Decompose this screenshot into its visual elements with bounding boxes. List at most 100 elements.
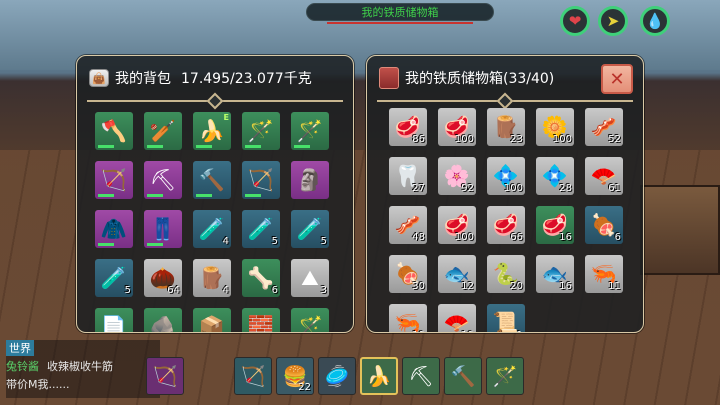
- chest-slot[interactable]: 🥩 66: [487, 206, 525, 244]
- backpack-slot[interactable]: 🧱: [242, 308, 280, 332]
- hotbar-slot[interactable]: 🍔 22: [276, 357, 314, 395]
- hotbar-slot[interactable]: ⛏: [402, 357, 440, 395]
- item-icon: 🪨: [149, 314, 177, 333]
- chest-slot[interactable]: 🦷 27: [389, 157, 427, 195]
- item-count: 10: [412, 330, 425, 332]
- item-count: 64: [167, 285, 180, 296]
- backpack-slot[interactable]: 🪄: [242, 112, 280, 150]
- item-count: 100: [454, 232, 474, 243]
- chat-box[interactable]: 世界 兔铃酱 收辣椒收牛筋 带价M我......: [6, 340, 160, 398]
- item-count: 16: [559, 281, 572, 292]
- chest-slot[interactable]: 🥩 100: [438, 108, 476, 146]
- backpack-slot[interactable]: 🪄: [291, 308, 329, 333]
- container-title-banner: 我的铁质储物箱: [306, 3, 494, 24]
- item-count: 92: [461, 183, 474, 194]
- chest-slot[interactable]: 🪭 61: [585, 157, 623, 195]
- item-icon: 🧥: [100, 216, 128, 241]
- item-count: 27: [412, 183, 425, 194]
- item-icon: 🏹: [152, 364, 178, 388]
- item-count: 6: [614, 232, 621, 243]
- chest-slot[interactable]: 🐍 20: [487, 255, 525, 293]
- chat-nickname[interactable]: 兔铃酱: [6, 360, 39, 373]
- backpack-slot[interactable]: 🔨: [193, 161, 231, 199]
- chest-slot[interactable]: 🌼 100: [536, 108, 574, 146]
- chat-channel-tag[interactable]: 世界: [6, 340, 34, 356]
- backpack-panel: 👜 我的背包 17.495/23.077千克 🪓 🏏 🍌 E 🪄 🪄 🏹 ⛏ 🔨 🏹 🗿 🧥 👖 🧪 4 🧪 5…: [76, 55, 354, 333]
- backpack-slot[interactable]: ⛏: [144, 161, 182, 199]
- chest-slot[interactable]: 🐟 16: [536, 255, 574, 293]
- item-count: 23: [510, 134, 523, 145]
- water-drop-button[interactable]: 💧: [640, 6, 670, 36]
- backpack-slot[interactable]: 🦴 6: [242, 259, 280, 297]
- backpack-slot[interactable]: 🌰 64: [144, 259, 182, 297]
- chest-slot[interactable]: 🥓 52: [585, 108, 623, 146]
- chest-slot[interactable]: 📜1: [487, 304, 525, 332]
- chest-slot[interactable]: 🪭10: [438, 304, 476, 332]
- close-button[interactable]: ✕: [601, 64, 633, 94]
- durability-bar: [245, 145, 261, 148]
- item-icon: 🪵: [198, 265, 226, 290]
- backpack-slot[interactable]: 📦: [193, 308, 231, 332]
- item-count: 12: [461, 281, 474, 292]
- backpack-slot[interactable]: 🪄: [291, 112, 329, 150]
- backpack-slot[interactable]: 🧪 5: [291, 210, 329, 248]
- chest-slot[interactable]: 🥩 100: [438, 206, 476, 244]
- hotbar-slot[interactable]: 🏹: [234, 357, 272, 395]
- item-icon: 🧪: [296, 216, 324, 241]
- item-icon: 🪄: [247, 118, 275, 143]
- durability-bar: [294, 145, 310, 148]
- backpack-slot[interactable]: 🧪 4: [193, 210, 231, 248]
- energy-button[interactable]: ➤: [598, 6, 628, 36]
- chest-slot[interactable]: 💠 100: [487, 157, 525, 195]
- backpack-slot[interactable]: 🪨: [144, 308, 182, 333]
- chest-slot[interactable]: 🍖 30: [389, 255, 427, 293]
- item-icon: 🧪: [198, 216, 226, 241]
- item-count: 5: [124, 285, 131, 296]
- hotbar-slot[interactable]: 🪄: [486, 357, 524, 395]
- durability-bar: [147, 243, 163, 246]
- backpack-slot[interactable]: 🪵 4: [193, 259, 231, 297]
- item-count: 22: [298, 382, 311, 393]
- backpack-slot[interactable]: 🍌 E: [193, 112, 231, 150]
- chest-slot[interactable]: 🦐 11: [585, 255, 623, 293]
- chest-slot[interactable]: 🥩 16: [536, 206, 574, 244]
- chest-slot[interactable]: 🍖 6: [585, 206, 623, 244]
- backpack-slot[interactable]: 🗿: [291, 161, 329, 199]
- item-icon: 🍖: [590, 212, 618, 237]
- heart-button[interactable]: ❤: [560, 6, 590, 36]
- hotbar-slot[interactable]: 🔨: [444, 357, 482, 395]
- chest-slot[interactable]: 🌸 92: [438, 157, 476, 195]
- header-divider: [87, 92, 343, 110]
- backpack-slot[interactable]: 🏏: [144, 112, 182, 150]
- chest-slot[interactable]: 🐟 12: [438, 255, 476, 293]
- backpack-slot[interactable]: 🧪 5: [95, 259, 133, 297]
- item-count: 30: [412, 281, 425, 292]
- backpack-slot[interactable]: 📄: [95, 308, 133, 332]
- durability-bar: [147, 145, 163, 148]
- item-count: 28: [559, 183, 572, 194]
- chest-slot[interactable]: 🥓 48: [389, 206, 427, 244]
- hotbar-slot[interactable]: 🏹: [146, 357, 184, 395]
- item-count: 100: [552, 134, 572, 145]
- chest-slot[interactable]: 🥩 86: [389, 108, 427, 146]
- chest-slot[interactable]: 💠 28: [536, 157, 574, 195]
- backpack-slot[interactable]: 👖: [144, 210, 182, 248]
- backpack-slot[interactable]: 🏹: [95, 161, 133, 199]
- item-count: 3: [320, 285, 327, 296]
- item-icon: 🪄: [296, 118, 324, 143]
- backpack-title: 我的背包: [115, 71, 171, 87]
- backpack-slot[interactable]: 🧪 5: [242, 210, 280, 248]
- chest-slot[interactable]: 🪵 23: [487, 108, 525, 146]
- backpack-slot[interactable]: 🏹: [242, 161, 280, 199]
- hotbar-slot[interactable]: 🥏: [318, 357, 356, 395]
- backpack-slot[interactable]: 🧥: [95, 210, 133, 248]
- hotbar-slot[interactable]: 🍌: [360, 357, 398, 395]
- chest-slot[interactable]: 🦐10: [389, 304, 427, 332]
- backpack-slot[interactable]: ⛰ 3: [291, 259, 329, 297]
- bag-icon: 👜: [89, 69, 109, 87]
- item-icon: 🪄: [296, 314, 324, 333]
- item-count: 100: [503, 183, 523, 194]
- durability-bar: [98, 145, 114, 148]
- backpack-slot[interactable]: 🪓: [95, 112, 133, 150]
- item-count: 48: [412, 232, 425, 243]
